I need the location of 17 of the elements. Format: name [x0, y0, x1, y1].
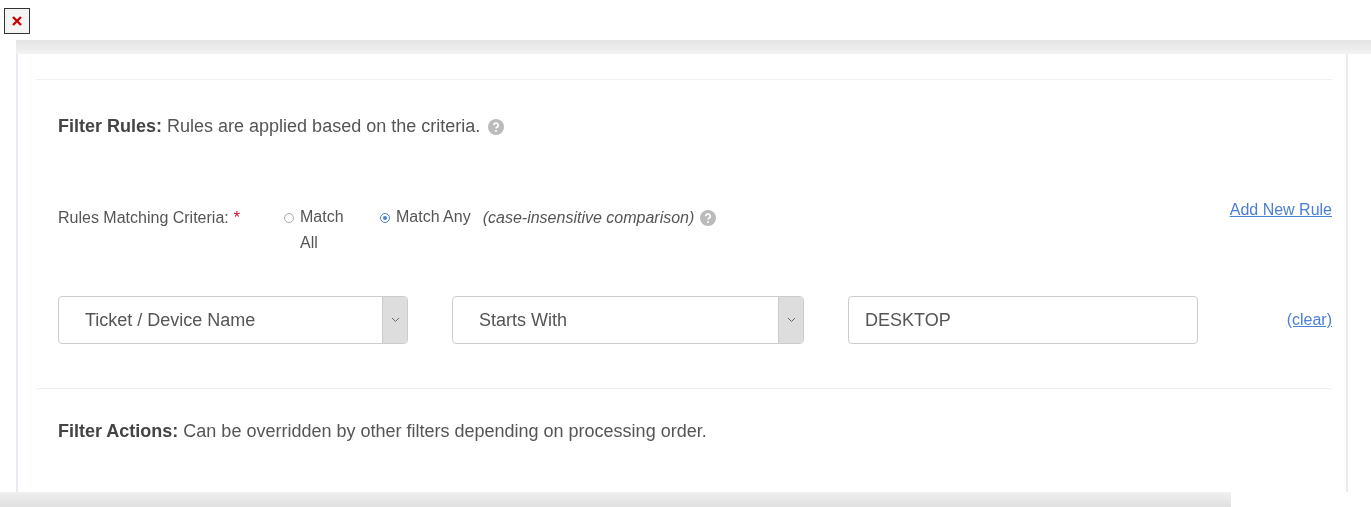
help-icon[interactable]	[700, 210, 717, 226]
add-rule-link[interactable]: Add New Rule	[1229, 201, 1332, 219]
comparison-note: (case-insensitive comparison)	[482, 209, 695, 227]
criteria-label: Rules Matching Criteria:	[58, 209, 229, 227]
broken-image-icon	[4, 8, 30, 34]
required-mark: *	[233, 209, 240, 227]
clear-link[interactable]: (clear)	[1286, 311, 1332, 329]
operator-select[interactable]: Starts With	[452, 296, 804, 344]
radio-label[interactable]: Match All	[299, 204, 356, 256]
caret-icon	[390, 317, 400, 323]
section-heading: Filter Rules: Rules are applied based on the criteria.	[58, 116, 481, 137]
radio-label[interactable]: Match Any	[395, 204, 471, 230]
section-heading: Filter Actions: Can be overridden by other filters depending on processing order.	[58, 421, 707, 442]
help-icon[interactable]	[488, 118, 505, 135]
value-input[interactable]: DESKTOP	[848, 296, 1198, 344]
caret-icon	[786, 317, 796, 323]
field-select[interactable]: Ticket / Device Name	[58, 296, 408, 344]
